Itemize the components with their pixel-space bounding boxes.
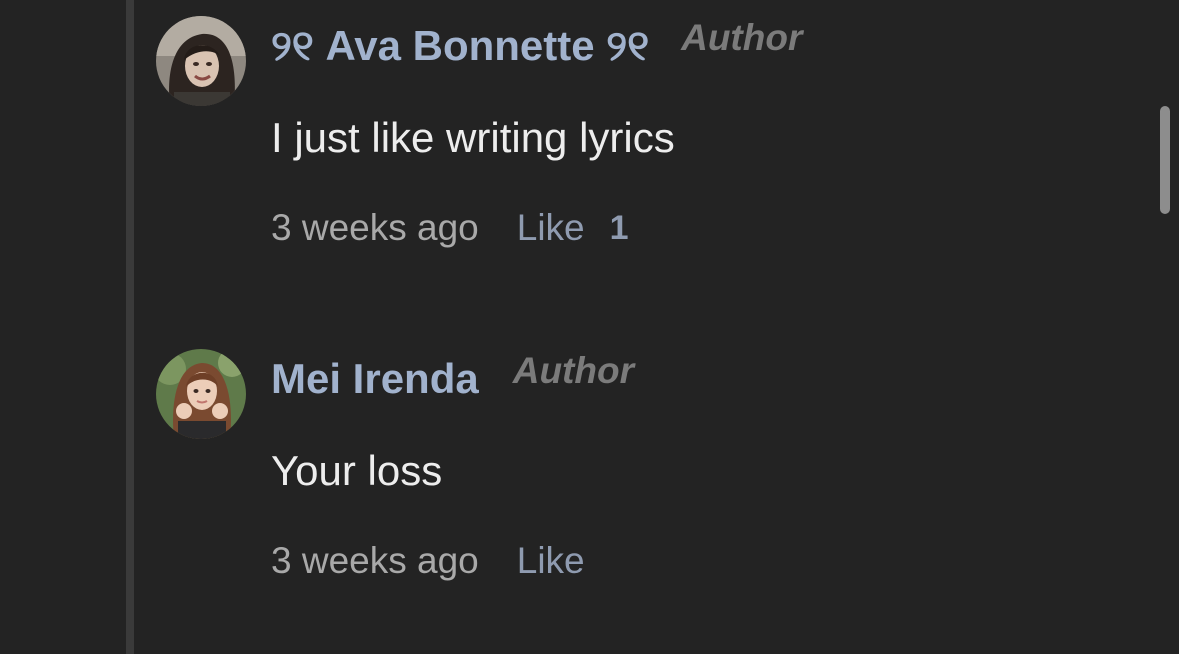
like-button[interactable]: Like xyxy=(517,204,585,252)
scrollbar-thumb[interactable] xyxy=(1160,106,1170,214)
timestamp: 3 weeks ago xyxy=(271,540,479,581)
reply-thread-line xyxy=(126,0,134,654)
username-link[interactable]: Mei Irenda xyxy=(271,351,479,407)
avatar-photo-icon xyxy=(156,16,246,106)
author-badge: Author xyxy=(512,350,634,391)
comment-meta: 3 weeks ago Like 1 xyxy=(271,204,629,252)
comment-header: ୨୧ Ava Bonnette ୨୧ Author xyxy=(271,18,802,74)
comment-meta: 3 weeks ago Like xyxy=(271,537,585,585)
timestamp: 3 weeks ago xyxy=(271,207,479,248)
comment-text: I just like writing lyrics xyxy=(271,114,675,161)
avatar[interactable] xyxy=(156,349,246,439)
avatar[interactable] xyxy=(156,16,246,106)
avatar-photo-icon xyxy=(156,349,246,439)
like-button[interactable]: Like xyxy=(517,537,585,585)
like-count: 1 xyxy=(609,209,629,247)
comments-thread: ୨୧ Ava Bonnette ୨୧ Author I just like wr… xyxy=(0,0,1179,654)
author-badge: Author xyxy=(681,17,803,58)
comment-header: Mei Irenda Author xyxy=(271,351,634,407)
username-link[interactable]: ୨୧ Ava Bonnette ୨୧ xyxy=(271,18,649,74)
comment-text: Your loss xyxy=(271,447,443,494)
